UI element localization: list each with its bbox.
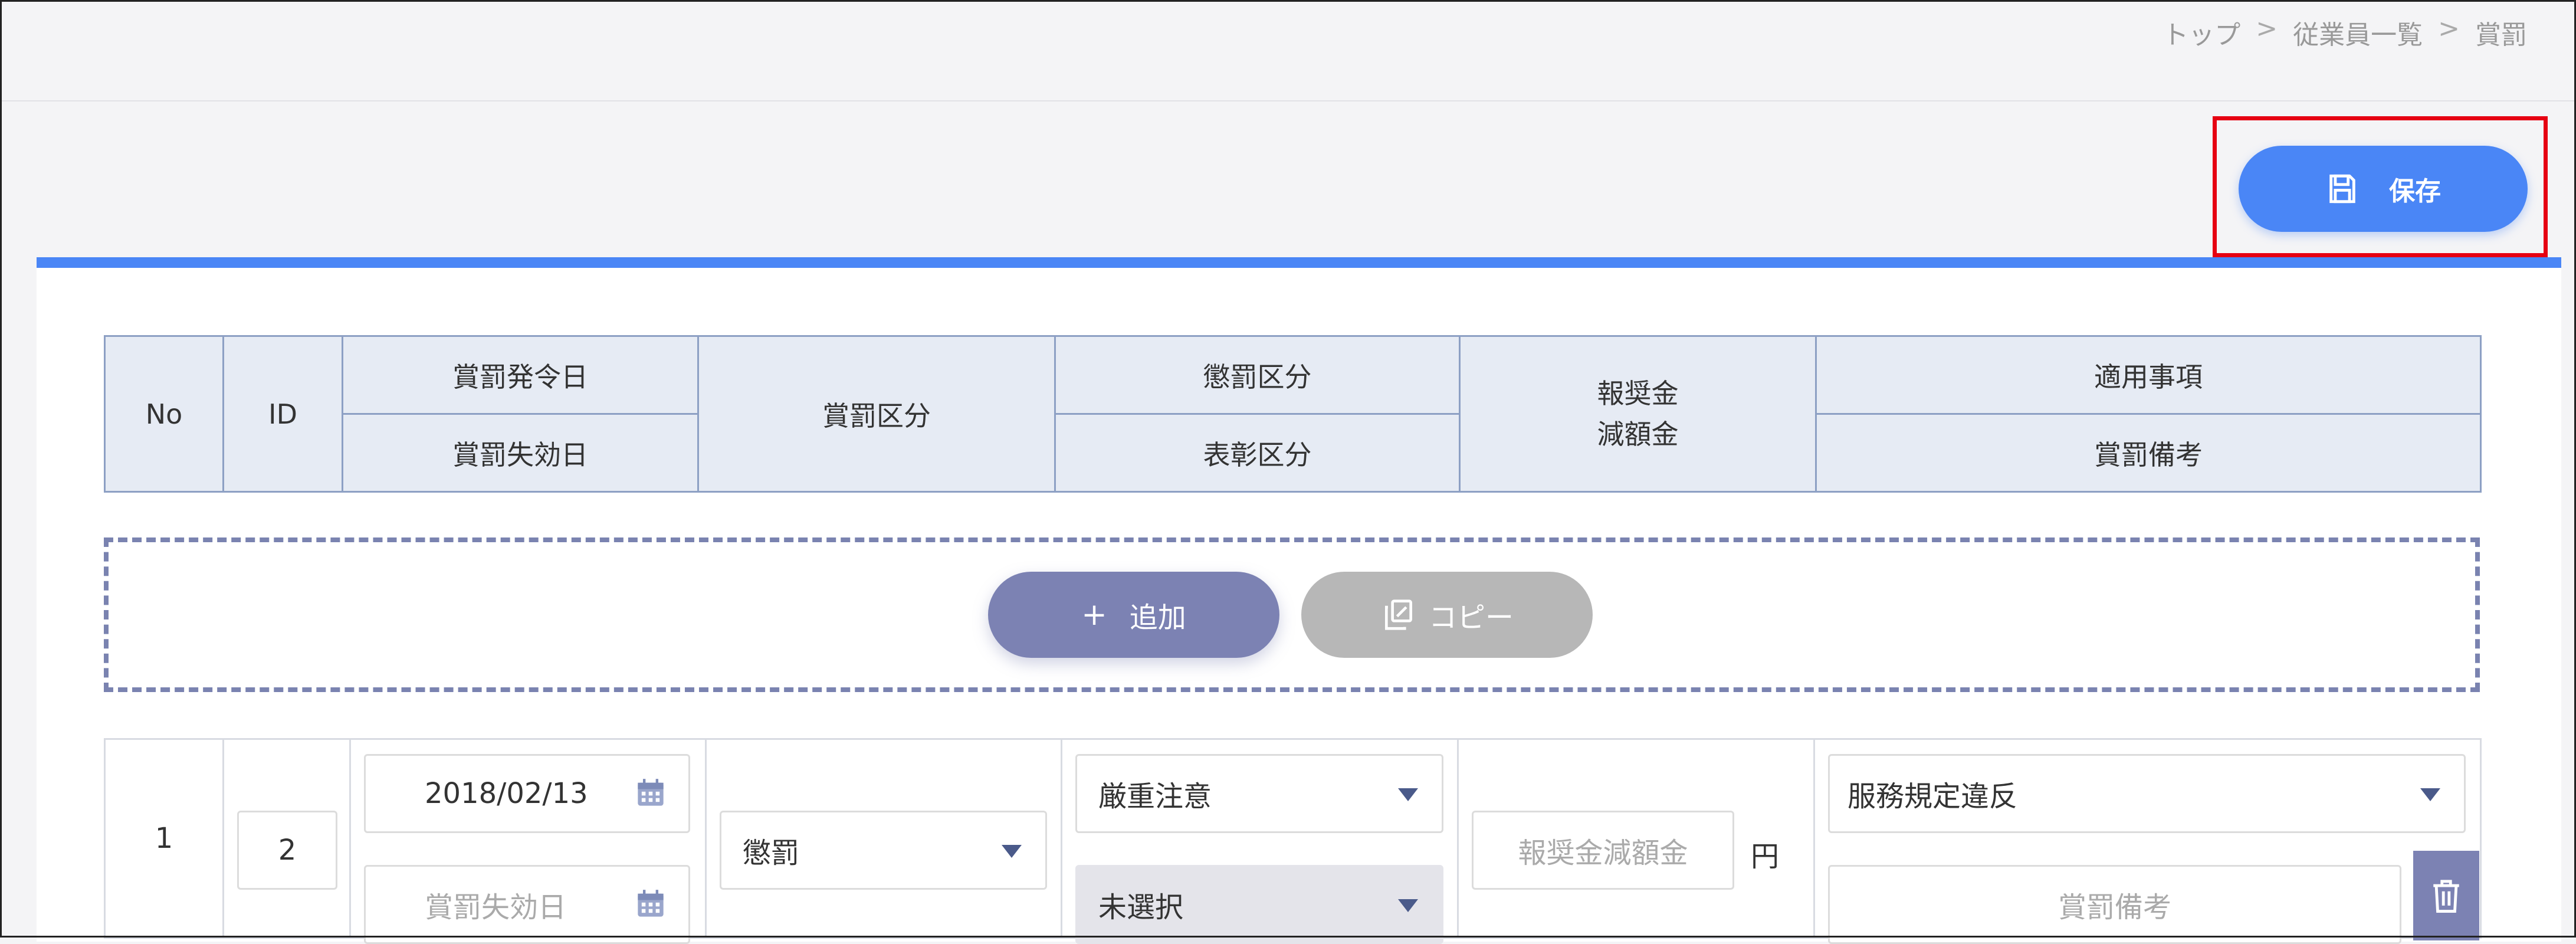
add-row-zone [104, 537, 2480, 692]
breadcrumb-separator: > [2256, 14, 2278, 44]
save-button-highlight [2213, 116, 2548, 257]
table-row: 1 2 2018/02/13 賞罰失効日 懲罰 厳重注意 未選択 報奨金減額金 … [104, 738, 2482, 944]
row-no-cell: 1 [104, 738, 224, 939]
category-value: 懲罰 [743, 837, 800, 870]
breadcrumb-separator: > [2438, 14, 2460, 44]
breadcrumb-employee-list[interactable]: 従業員一覧 [2293, 14, 2423, 51]
breadcrumb-top[interactable]: トップ [2162, 14, 2240, 51]
row-date-cell: 2018/02/13 賞罰失効日 [349, 738, 707, 944]
row-applicable-cell: 服務規定違反 賞罰備考 [1813, 738, 2482, 944]
header-expiry-date: 賞罰失効日 [342, 413, 699, 493]
issue-date-field[interactable]: 2018/02/13 [364, 754, 690, 833]
currency-label: 円 [1751, 840, 1780, 873]
chevron-down-icon [1002, 845, 1022, 858]
header-no: No [104, 335, 224, 493]
remarks-placeholder: 賞罰備考 [2057, 891, 2171, 924]
copy-icon [1384, 599, 1412, 630]
top-header: トップ > 従業員一覧 > 賞罰 [2, 2, 2574, 101]
row-id-cell: 2 [222, 738, 351, 939]
chevron-down-icon [1398, 899, 1418, 912]
issue-date-value: 2018/02/13 [425, 777, 588, 810]
row-no: 1 [155, 822, 173, 855]
trash-icon [2433, 880, 2459, 913]
add-button[interactable]: + 追加 [988, 572, 1279, 658]
breadcrumb-current: 賞罰 [2475, 20, 2527, 50]
header-remarks: 賞罰備考 [1815, 413, 2482, 493]
add-button-label: 追加 [1129, 601, 1186, 634]
applicable-value: 服務規定違反 [1847, 780, 2018, 813]
header-issue-date: 賞罰発令日 [342, 335, 699, 415]
header-reward-line2: 減額金 [1597, 418, 1679, 450]
calendar-icon[interactable] [635, 776, 666, 809]
row-amount-cell: 報奨金減額金 円 [1457, 738, 1815, 939]
commendation-select[interactable]: 未選択 [1075, 865, 1443, 944]
header-reward-line1: 報奨金 [1597, 377, 1679, 409]
chevron-down-icon [2420, 788, 2440, 801]
row-category-cell: 懲罰 [705, 738, 1062, 939]
header-punishment-category: 懲罰区分 [1054, 335, 1461, 415]
commendation-value: 未選択 [1098, 891, 1184, 924]
header-category: 賞罰区分 [697, 335, 1056, 493]
punishment-select[interactable]: 厳重注意 [1075, 754, 1443, 833]
id-value: 2 [278, 834, 297, 867]
breadcrumb: トップ > 従業員一覧 > 賞罰 [2162, 14, 2527, 51]
chevron-down-icon [1398, 788, 1418, 801]
category-select[interactable]: 懲罰 [720, 811, 1047, 890]
expiry-date-field[interactable]: 賞罰失効日 [364, 865, 690, 944]
amount-input[interactable]: 報奨金減額金 [1472, 811, 1734, 890]
punishment-value: 厳重注意 [1098, 780, 1212, 813]
header-commendation-category: 表彰区分 [1054, 413, 1461, 493]
column-header-table: No ID 賞罰発令日 賞罰区分 懲罰区分 報奨金 減額金 適用事項 賞罰失効日… [104, 335, 2482, 493]
header-id: ID [222, 335, 343, 493]
copy-button-label: コピー [1428, 601, 1514, 634]
remarks-input[interactable]: 賞罰備考 [1828, 865, 2401, 944]
delete-row-button[interactable] [2413, 851, 2479, 940]
row-punishment-cell: 厳重注意 未選択 [1061, 738, 1459, 944]
record-table: 1 2 2018/02/13 賞罰失効日 懲罰 厳重注意 未選択 報奨金減額金 … [104, 738, 2482, 944]
expiry-date-placeholder: 賞罰失効日 [425, 891, 567, 924]
applicable-select[interactable]: 服務規定違反 [1828, 754, 2466, 833]
id-field[interactable]: 2 [237, 811, 337, 890]
calendar-icon[interactable] [635, 887, 666, 920]
header-reward: 報奨金 減額金 [1459, 335, 1817, 493]
header-applicable: 適用事項 [1815, 335, 2482, 415]
amount-placeholder: 報奨金減額金 [1518, 837, 1688, 870]
copy-button[interactable]: コピー [1301, 572, 1593, 658]
plus-icon: + [1081, 597, 1107, 632]
